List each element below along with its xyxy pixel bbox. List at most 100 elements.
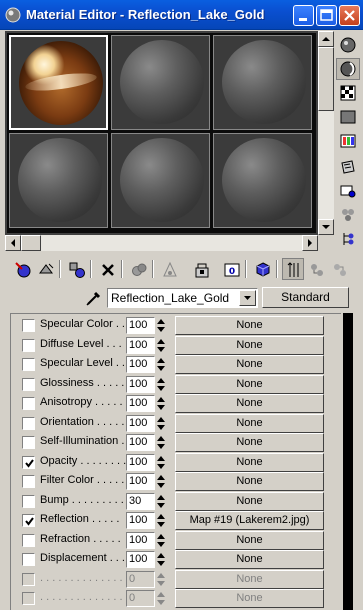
- sample-slot-1[interactable]: [9, 35, 108, 130]
- sample-slot-4[interactable]: [9, 133, 108, 228]
- map-amount-field[interactable]: 100: [126, 356, 155, 373]
- get-material-button[interactable]: [11, 258, 33, 280]
- map-slot-button[interactable]: None: [175, 550, 324, 569]
- map-enable-checkbox[interactable]: [22, 495, 35, 508]
- show-map-in-viewport-button[interactable]: 0: [220, 258, 242, 280]
- go-to-parent-button[interactable]: [282, 258, 304, 280]
- sample-slots-vertical-scrollbar[interactable]: [318, 31, 334, 235]
- sample-type-button[interactable]: [336, 34, 360, 56]
- map-amount-field[interactable]: 100: [126, 395, 155, 412]
- map-enable-checkbox[interactable]: [22, 553, 35, 566]
- backlight-button[interactable]: [336, 58, 360, 80]
- map-amount-spinner[interactable]: [156, 454, 166, 471]
- map-amount-field[interactable]: 100: [126, 376, 155, 393]
- map-slot-button[interactable]: None: [175, 355, 324, 374]
- map-slot-button[interactable]: None: [175, 336, 324, 355]
- map-enable-checkbox[interactable]: [22, 514, 35, 527]
- map-enable-checkbox[interactable]: [22, 397, 35, 410]
- video-color-check-button[interactable]: [336, 130, 360, 152]
- map-enable-checkbox[interactable]: [22, 417, 35, 430]
- sample-slots-horizontal-scrollbar[interactable]: [5, 235, 318, 251]
- sample-slot-2[interactable]: [111, 35, 210, 130]
- material-name-dropdown-button[interactable]: [239, 290, 256, 306]
- scroll-thumb-horizontal[interactable]: [21, 235, 41, 251]
- assign-to-selection-button[interactable]: [65, 258, 87, 280]
- sample-uv-tiling-button[interactable]: [336, 106, 360, 128]
- arrow-right-icon: [308, 239, 312, 247]
- scroll-up-button[interactable]: [318, 31, 334, 47]
- map-amount-field[interactable]: 100: [126, 434, 155, 451]
- map-enable-checkbox[interactable]: [22, 456, 35, 469]
- spinner-arrows-icon: [157, 339, 165, 352]
- material-effects-channel-button[interactable]: [190, 258, 212, 280]
- map-enable-checkbox[interactable]: [22, 319, 35, 332]
- make-preview-button[interactable]: [336, 156, 360, 178]
- scroll-left-button[interactable]: [5, 235, 21, 251]
- map-amount-spinner[interactable]: [156, 415, 166, 432]
- map-label: Anisotropy . . . . .: [40, 396, 123, 408]
- sample-slot-6[interactable]: [213, 133, 312, 228]
- map-amount-field[interactable]: 100: [126, 532, 155, 549]
- map-amount-field[interactable]: 100: [126, 337, 155, 354]
- map-enable-checkbox[interactable]: [22, 534, 35, 547]
- make-unique-button[interactable]: [127, 258, 149, 280]
- show-end-result-button[interactable]: [251, 258, 273, 280]
- reset-map-button[interactable]: [96, 258, 118, 280]
- map-slot-button[interactable]: None: [175, 394, 324, 413]
- map-enable-checkbox[interactable]: [22, 339, 35, 352]
- map-slot-button[interactable]: None: [175, 375, 324, 394]
- minimize-button[interactable]: [293, 5, 314, 26]
- map-enable-checkbox[interactable]: [22, 475, 35, 488]
- material-type-button[interactable]: Standard: [262, 287, 349, 308]
- map-amount-field[interactable]: 100: [126, 512, 155, 529]
- scroll-thumb[interactable]: [318, 47, 334, 111]
- spinner-arrows-icon: [157, 495, 165, 508]
- scroll-right-button[interactable]: [302, 235, 318, 251]
- map-amount-field[interactable]: 100: [126, 415, 155, 432]
- map-amount-spinner[interactable]: [156, 551, 166, 568]
- map-amount-spinner[interactable]: [156, 532, 166, 549]
- map-amount-field[interactable]: 100: [126, 473, 155, 490]
- put-to-library-button[interactable]: [158, 258, 180, 280]
- map-slot-button[interactable]: None: [175, 414, 324, 433]
- pick-material-from-object-button[interactable]: [328, 258, 350, 280]
- map-enable-checkbox[interactable]: [22, 378, 35, 391]
- scroll-down-button[interactable]: [318, 219, 334, 235]
- sample-slot-3[interactable]: [213, 35, 312, 130]
- panel-scrollbar[interactable]: [343, 313, 353, 610]
- select-by-material-button[interactable]: [336, 204, 360, 226]
- map-enable-checkbox[interactable]: [22, 436, 35, 449]
- put-to-scene-button[interactable]: [34, 258, 56, 280]
- material-map-navigator-button[interactable]: [336, 228, 360, 250]
- go-forward-to-sibling-button[interactable]: [305, 258, 327, 280]
- map-amount-spinner[interactable]: [156, 356, 166, 373]
- map-slot-button[interactable]: None: [175, 492, 324, 511]
- map-amount-field[interactable]: 100: [126, 551, 155, 568]
- map-amount-spinner[interactable]: [156, 317, 166, 334]
- map-amount-spinner[interactable]: [156, 395, 166, 412]
- pick-material-eyedropper[interactable]: [84, 288, 104, 308]
- map-amount-spinner[interactable]: [156, 434, 166, 451]
- map-slot-button[interactable]: None: [175, 433, 324, 452]
- map-amount-spinner[interactable]: [156, 376, 166, 393]
- map-amount-spinner[interactable]: [156, 512, 166, 529]
- sample-slot-5[interactable]: [111, 133, 210, 228]
- material-sphere-preview: [222, 40, 306, 124]
- map-slot-button[interactable]: Map #19 (Lakerem2.jpg): [175, 511, 324, 530]
- map-amount-spinner[interactable]: [156, 493, 166, 510]
- background-button[interactable]: [336, 82, 360, 104]
- map-amount-field[interactable]: 30: [126, 493, 155, 510]
- material-name-field[interactable]: Reflection_Lake_Gold: [107, 288, 258, 308]
- map-amount-field[interactable]: 100: [126, 454, 155, 471]
- map-slot-button[interactable]: None: [175, 472, 324, 491]
- map-slot-button[interactable]: None: [175, 316, 324, 335]
- options-button[interactable]: [336, 180, 360, 202]
- maximize-button[interactable]: [316, 5, 337, 26]
- map-slot-button[interactable]: None: [175, 453, 324, 472]
- map-amount-field[interactable]: 100: [126, 317, 155, 334]
- map-slot-button[interactable]: None: [175, 531, 324, 550]
- map-enable-checkbox[interactable]: [22, 358, 35, 371]
- map-amount-spinner[interactable]: [156, 473, 166, 490]
- map-amount-spinner[interactable]: [156, 337, 166, 354]
- close-button[interactable]: [339, 5, 360, 26]
